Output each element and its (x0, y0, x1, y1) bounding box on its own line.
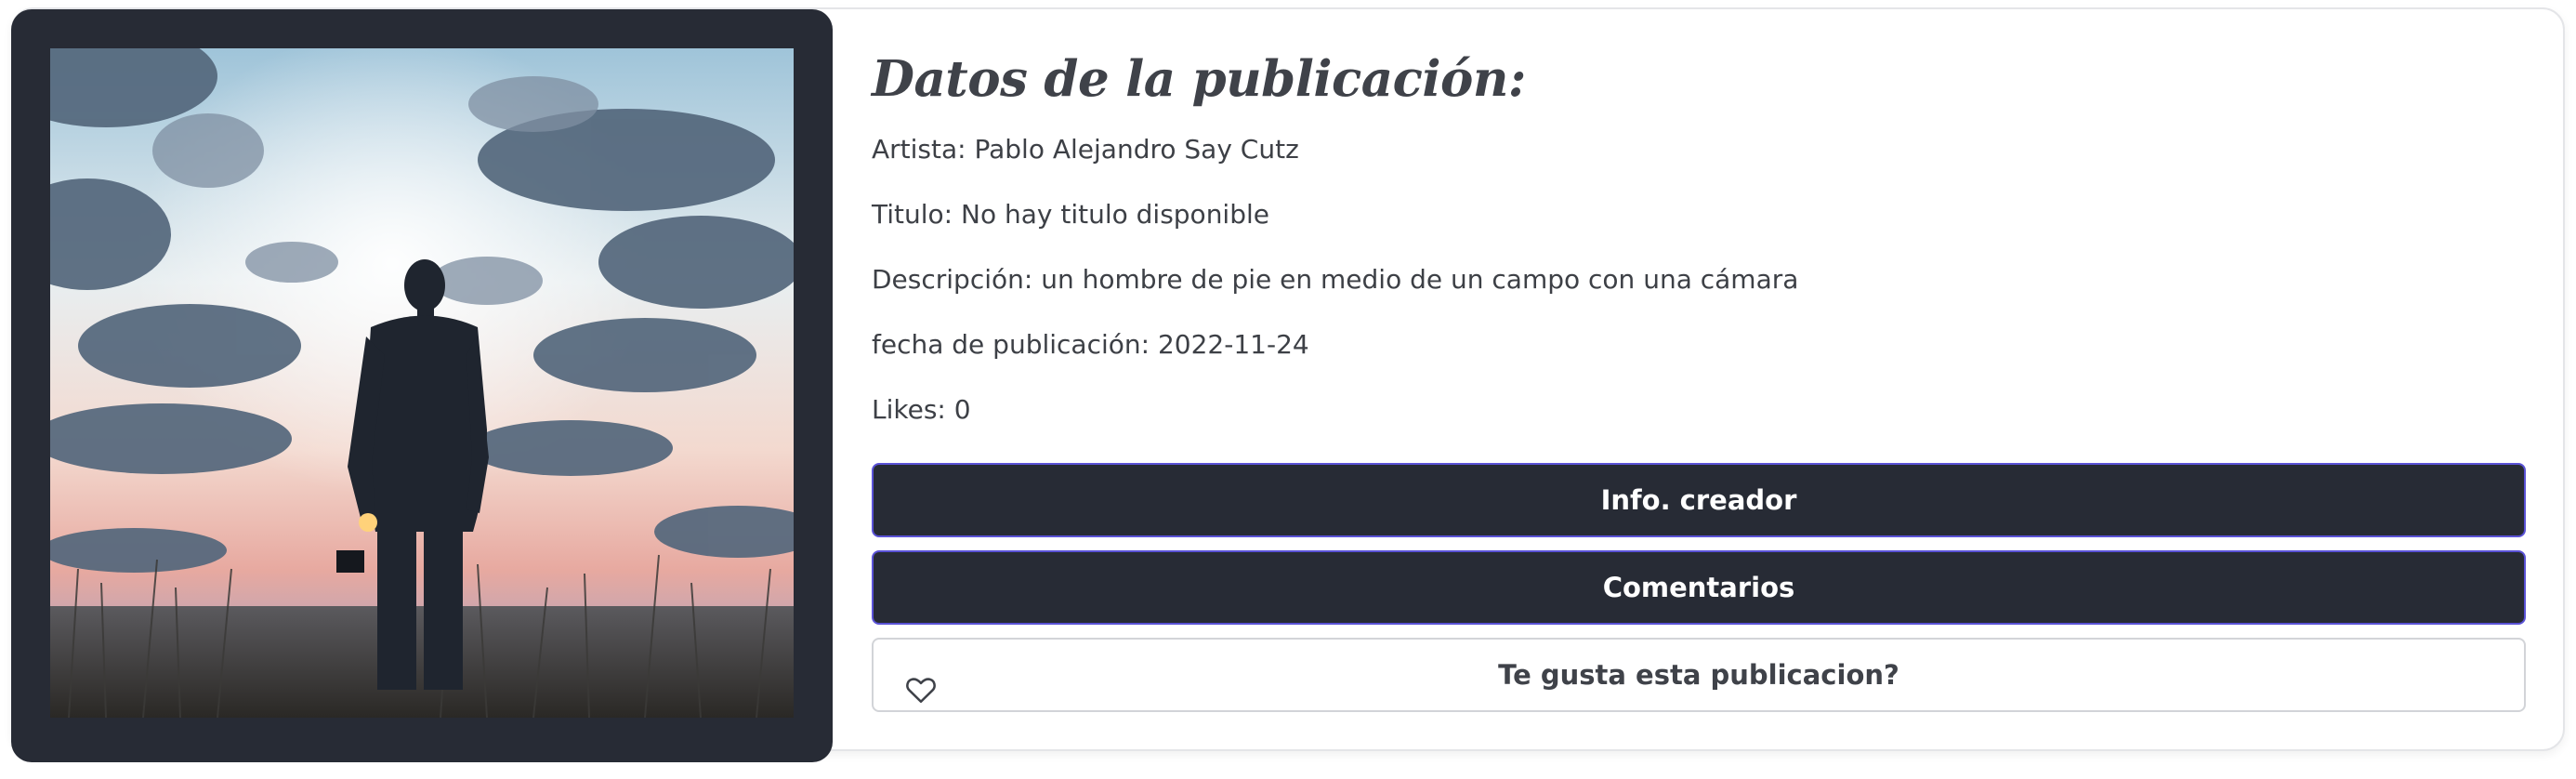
artist-label: Artista: (872, 134, 975, 165)
date-value: 2022-11-24 (1157, 329, 1309, 360)
description-value: un hombre de pie en medio de un campo co… (1041, 264, 1799, 295)
artist-field: Artista: Pablo Alejandro Say Cutz (872, 117, 2526, 182)
date-label: fecha de publicación: (872, 329, 1158, 360)
description-field: Descripción: un hombre de pie en medio d… (872, 247, 2526, 312)
title-value: No hay titulo disponible (961, 199, 1269, 230)
likes-value: 0 (953, 394, 971, 425)
creator-info-button[interactable]: Info. creador (872, 463, 2526, 537)
likes-label: Likes: (872, 394, 954, 425)
like-button-label: Te gusta esta publicacion? (1498, 659, 1899, 691)
publication-details: Datos de la publicación: Artista: Pablo … (872, 41, 2526, 712)
likes-field: Likes: 0 (872, 377, 2526, 442)
publication-photo (50, 48, 794, 718)
details-heading: Datos de la publicación: (872, 50, 1526, 108)
date-field: fecha de publicación: 2022-11-24 (872, 312, 2526, 377)
artist-value: Pablo Alejandro Say Cutz (974, 134, 1299, 165)
title-field: Titulo: No hay titulo disponible (872, 182, 2526, 247)
title-label: Titulo: (872, 199, 961, 230)
image-panel (11, 9, 833, 762)
description-label: Descripción: (872, 264, 1042, 295)
like-button[interactable]: Te gusta esta publicacion? (872, 638, 2526, 712)
heart-icon (905, 660, 937, 704)
comments-button[interactable]: Comentarios (872, 550, 2526, 625)
